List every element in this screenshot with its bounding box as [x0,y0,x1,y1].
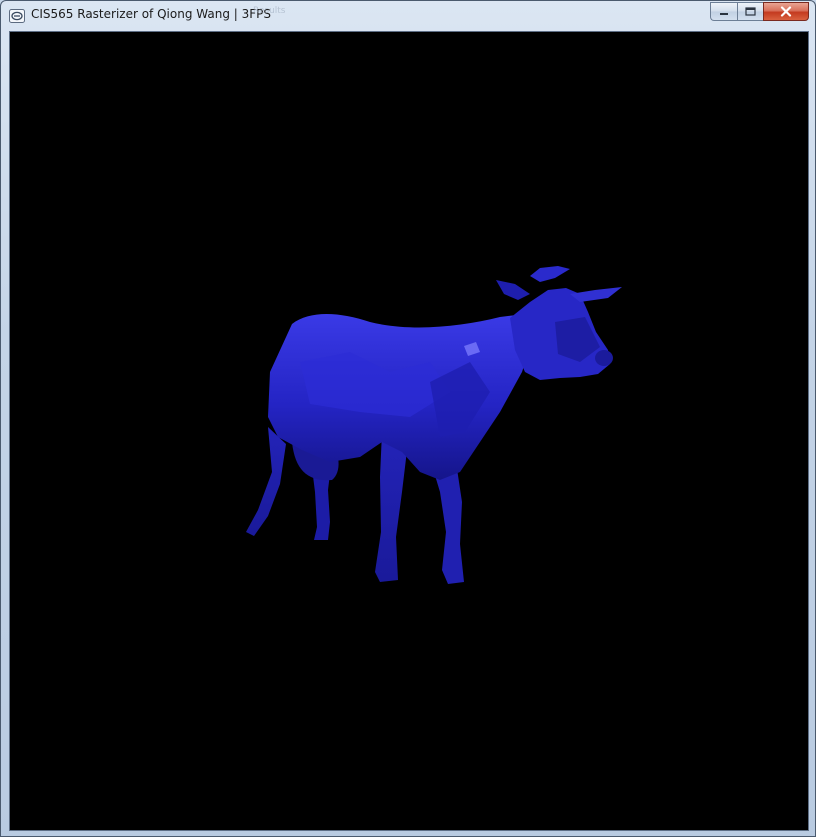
minimize-icon [720,12,728,15]
cow-back-leg-left [246,427,286,536]
render-viewport[interactable] [9,31,809,831]
window-controls [710,2,809,21]
close-icon [780,6,792,17]
minimize-button[interactable] [710,2,737,21]
window-title: CIS565 Rasterizer of Qiong Wang | 3FPS [31,7,271,21]
cow-ear [496,280,530,300]
app-window: CIS565 Rasterizer of Qiong Wang | 3FPS R… [0,0,816,837]
cow-front-leg-left [375,432,408,582]
maximize-icon [745,7,756,16]
maximize-button[interactable] [737,2,763,21]
title-bar[interactable]: CIS565 Rasterizer of Qiong Wang | 3FPS R… [1,1,815,29]
app-icon[interactable] [9,8,25,23]
close-button[interactable] [763,2,809,21]
cow-horn-left [530,266,570,282]
cow-horn-right [570,287,622,302]
background-window-title: Results [253,6,286,16]
cow-muzzle [595,350,613,366]
cow-render [246,266,622,584]
